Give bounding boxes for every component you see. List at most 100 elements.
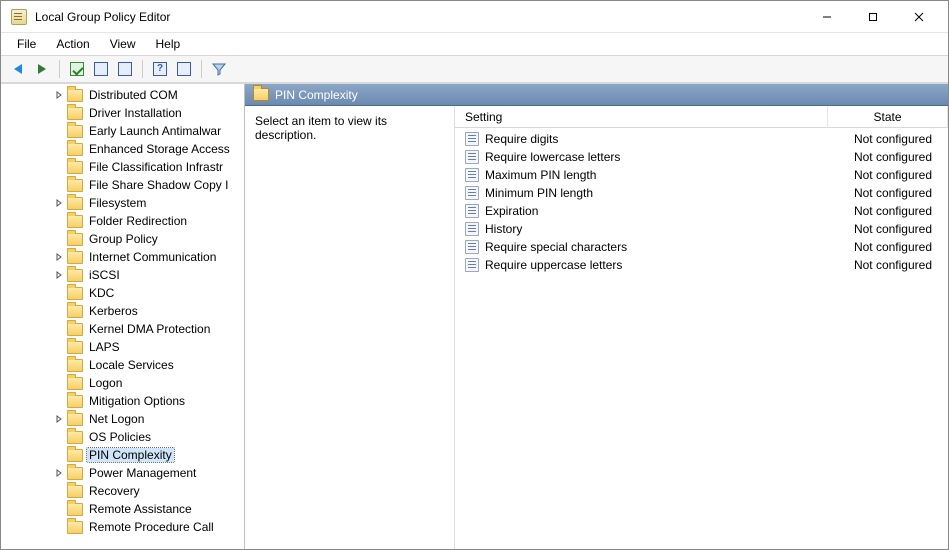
up-button[interactable] (66, 58, 88, 80)
tree-item[interactable]: Enhanced Storage Access (1, 140, 244, 158)
tree-item[interactable]: Remote Procedure Call (1, 518, 244, 536)
tree-item[interactable]: OS Policies (1, 428, 244, 446)
menu-view[interactable]: View (100, 35, 146, 53)
toolbar-separator (201, 60, 202, 78)
tree-item[interactable]: Recovery (1, 482, 244, 500)
description-pane: Select an item to view its description. (245, 106, 455, 549)
setting-label: History (485, 222, 522, 236)
tree-item-label: Locale Services (87, 358, 176, 372)
list-item[interactable]: Require special charactersNot configured (455, 238, 948, 256)
tree-item[interactable]: Kernel DMA Protection (1, 320, 244, 338)
tree-item-label: Enhanced Storage Access (87, 142, 232, 156)
tree-item[interactable]: Net Logon (1, 410, 244, 428)
chevron-right-icon[interactable] (53, 413, 65, 425)
maximize-button[interactable] (850, 2, 896, 32)
tree-item[interactable]: LAPS (1, 338, 244, 356)
tree-item[interactable]: File Share Shadow Copy I (1, 176, 244, 194)
tree-item-label: OS Policies (87, 430, 153, 444)
tree-item[interactable]: Kerberos (1, 302, 244, 320)
tree-item-label: Mitigation Options (87, 394, 187, 408)
setting-label: Maximum PIN length (485, 168, 596, 182)
tree-pane[interactable]: Distributed COM Driver Installation Early … (1, 84, 245, 549)
folder-icon (67, 341, 83, 354)
menu-help[interactable]: Help (146, 35, 191, 53)
tree-item-label: PIN Complexity (87, 448, 174, 462)
chevron-right-icon[interactable] (53, 269, 65, 281)
folder-icon (67, 107, 83, 120)
export-icon (118, 62, 132, 76)
policy-icon (465, 150, 479, 164)
list-item[interactable]: Require lowercase letters Not configured (455, 148, 948, 166)
toolbar-separator (142, 60, 143, 78)
setting-state: Not configured (828, 168, 948, 182)
folder-icon (67, 395, 83, 408)
tree-item[interactable]: PIN Complexity (1, 446, 244, 464)
list-item[interactable]: ExpirationNot configured (455, 202, 948, 220)
menu-action[interactable]: Action (46, 35, 99, 53)
tree-item-label: File Classification Infrastr (87, 160, 225, 174)
setting-state: Not configured (828, 132, 948, 146)
tree-item[interactable]: iSCSI (1, 266, 244, 284)
chevron-right-icon[interactable] (53, 89, 65, 101)
help-icon (153, 62, 167, 76)
tree-item[interactable]: Power Management (1, 464, 244, 482)
folder-icon (67, 377, 83, 390)
chevron-right-icon[interactable] (53, 197, 65, 209)
arrow-right-icon (38, 64, 46, 74)
folder-icon (67, 323, 83, 336)
menu-file[interactable]: File (7, 35, 46, 53)
chevron-right-icon[interactable] (53, 251, 65, 263)
tree-item[interactable]: Filesystem (1, 194, 244, 212)
filter-button[interactable] (208, 58, 230, 80)
close-button[interactable] (896, 2, 942, 32)
menubar: File Action View Help (1, 33, 948, 55)
policy-icon (465, 240, 479, 254)
export-button[interactable] (114, 58, 136, 80)
chevron-right-icon[interactable] (53, 467, 65, 479)
list-item[interactable]: Minimum PIN lengthNot configured (455, 184, 948, 202)
tree-item-label: Remote Assistance (87, 502, 194, 516)
list-item[interactable]: Require digitsNot configured (455, 130, 948, 148)
list-item[interactable]: Require uppercase lettersNot configured (455, 256, 948, 274)
forward-button[interactable] (31, 58, 53, 80)
list-item[interactable]: HistoryNot configured (455, 220, 948, 238)
column-header-setting[interactable]: Setting (455, 106, 828, 128)
folder-icon (67, 431, 83, 444)
tree-item-label: Early Launch Antimalwar (87, 124, 223, 138)
setting-label: Expiration (485, 204, 538, 218)
folder-icon (67, 89, 83, 102)
tree-item-label: LAPS (87, 340, 122, 354)
policy-icon (465, 186, 479, 200)
setting-state: Not configured (828, 186, 948, 200)
folder-icon (67, 467, 83, 480)
help-button[interactable] (149, 58, 171, 80)
setting-label: Require lowercase letters (485, 150, 620, 164)
setting-state: Not configured (828, 150, 948, 164)
list-item[interactable]: Maximum PIN length Not configured (455, 166, 948, 184)
tree-item[interactable]: Distributed COM (1, 86, 244, 104)
tree-item[interactable]: Logon (1, 374, 244, 392)
tree-item[interactable]: Internet Communication (1, 248, 244, 266)
tree-item-label: File Share Shadow Copy I (87, 178, 230, 192)
folder-icon (67, 287, 83, 300)
tree-item[interactable]: Remote Assistance (1, 500, 244, 518)
tree-item[interactable]: Locale Services (1, 356, 244, 374)
column-header-state[interactable]: State (828, 106, 948, 128)
tree-item[interactable]: KDC (1, 284, 244, 302)
tree-item[interactable]: Mitigation Options (1, 392, 244, 410)
tree-item[interactable]: Early Launch Antimalwar (1, 122, 244, 140)
tree-item-label: Driver Installation (87, 106, 184, 120)
minimize-button[interactable] (804, 2, 850, 32)
show-hide-tree-button[interactable] (90, 58, 112, 80)
right-header-title: PIN Complexity (275, 88, 358, 102)
tree-item[interactable]: File Classification Infrastr (1, 158, 244, 176)
folder-icon (67, 179, 83, 192)
folder-icon (67, 449, 83, 462)
tree-item[interactable]: Folder Redirection (1, 212, 244, 230)
properties-button[interactable] (173, 58, 195, 80)
tree-item[interactable]: Driver Installation (1, 104, 244, 122)
tree-item[interactable]: Group Policy (1, 230, 244, 248)
list-body[interactable]: Require digitsNot configuredRequire lowe… (455, 128, 948, 549)
back-button[interactable] (7, 58, 29, 80)
policy-icon (465, 222, 479, 236)
